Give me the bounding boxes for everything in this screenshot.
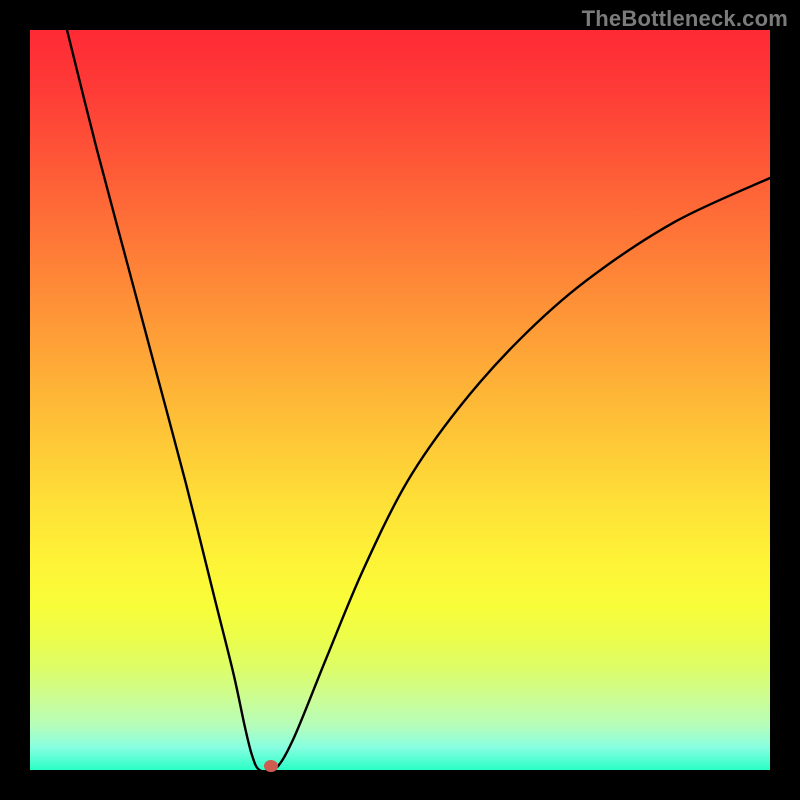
minimum-marker-icon bbox=[264, 760, 278, 772]
bottleneck-curve bbox=[30, 30, 770, 770]
watermark-text: TheBottleneck.com bbox=[582, 6, 788, 32]
chart-frame: TheBottleneck.com bbox=[0, 0, 800, 800]
plot-area bbox=[30, 30, 770, 770]
